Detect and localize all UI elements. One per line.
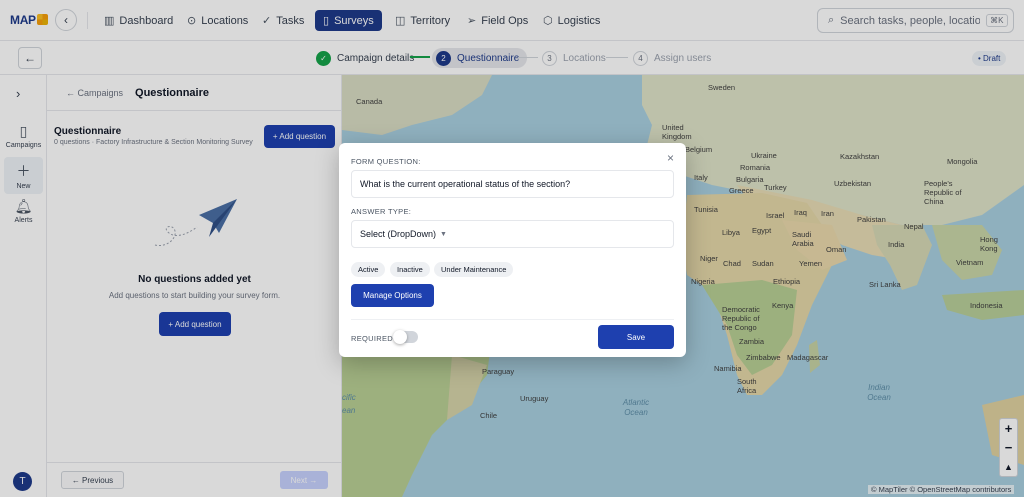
modal-divider: [351, 319, 674, 320]
option-chip[interactable]: Inactive: [390, 262, 430, 277]
manage-options-button[interactable]: Manage Options: [351, 284, 434, 307]
question-modal: × FORM QUESTION: ANSWER TYPE: Select (Dr…: [339, 143, 686, 357]
caret-down-icon: ▼: [440, 230, 447, 238]
option-chip[interactable]: Under Maintenance: [434, 262, 514, 277]
form-question-input[interactable]: [351, 170, 674, 198]
answer-type-label: ANSWER TYPE:: [351, 207, 412, 216]
save-button[interactable]: Save: [598, 325, 674, 349]
form-question-label: FORM QUESTION:: [351, 157, 421, 166]
required-toggle[interactable]: [393, 330, 418, 344]
option-chip[interactable]: Active: [351, 262, 386, 277]
close-icon[interactable]: ×: [667, 151, 674, 165]
toggle-knob: [393, 330, 407, 344]
required-label: REQUIRED: [351, 334, 393, 343]
answer-type-select[interactable]: Select (DropDown) ▼: [351, 220, 674, 248]
